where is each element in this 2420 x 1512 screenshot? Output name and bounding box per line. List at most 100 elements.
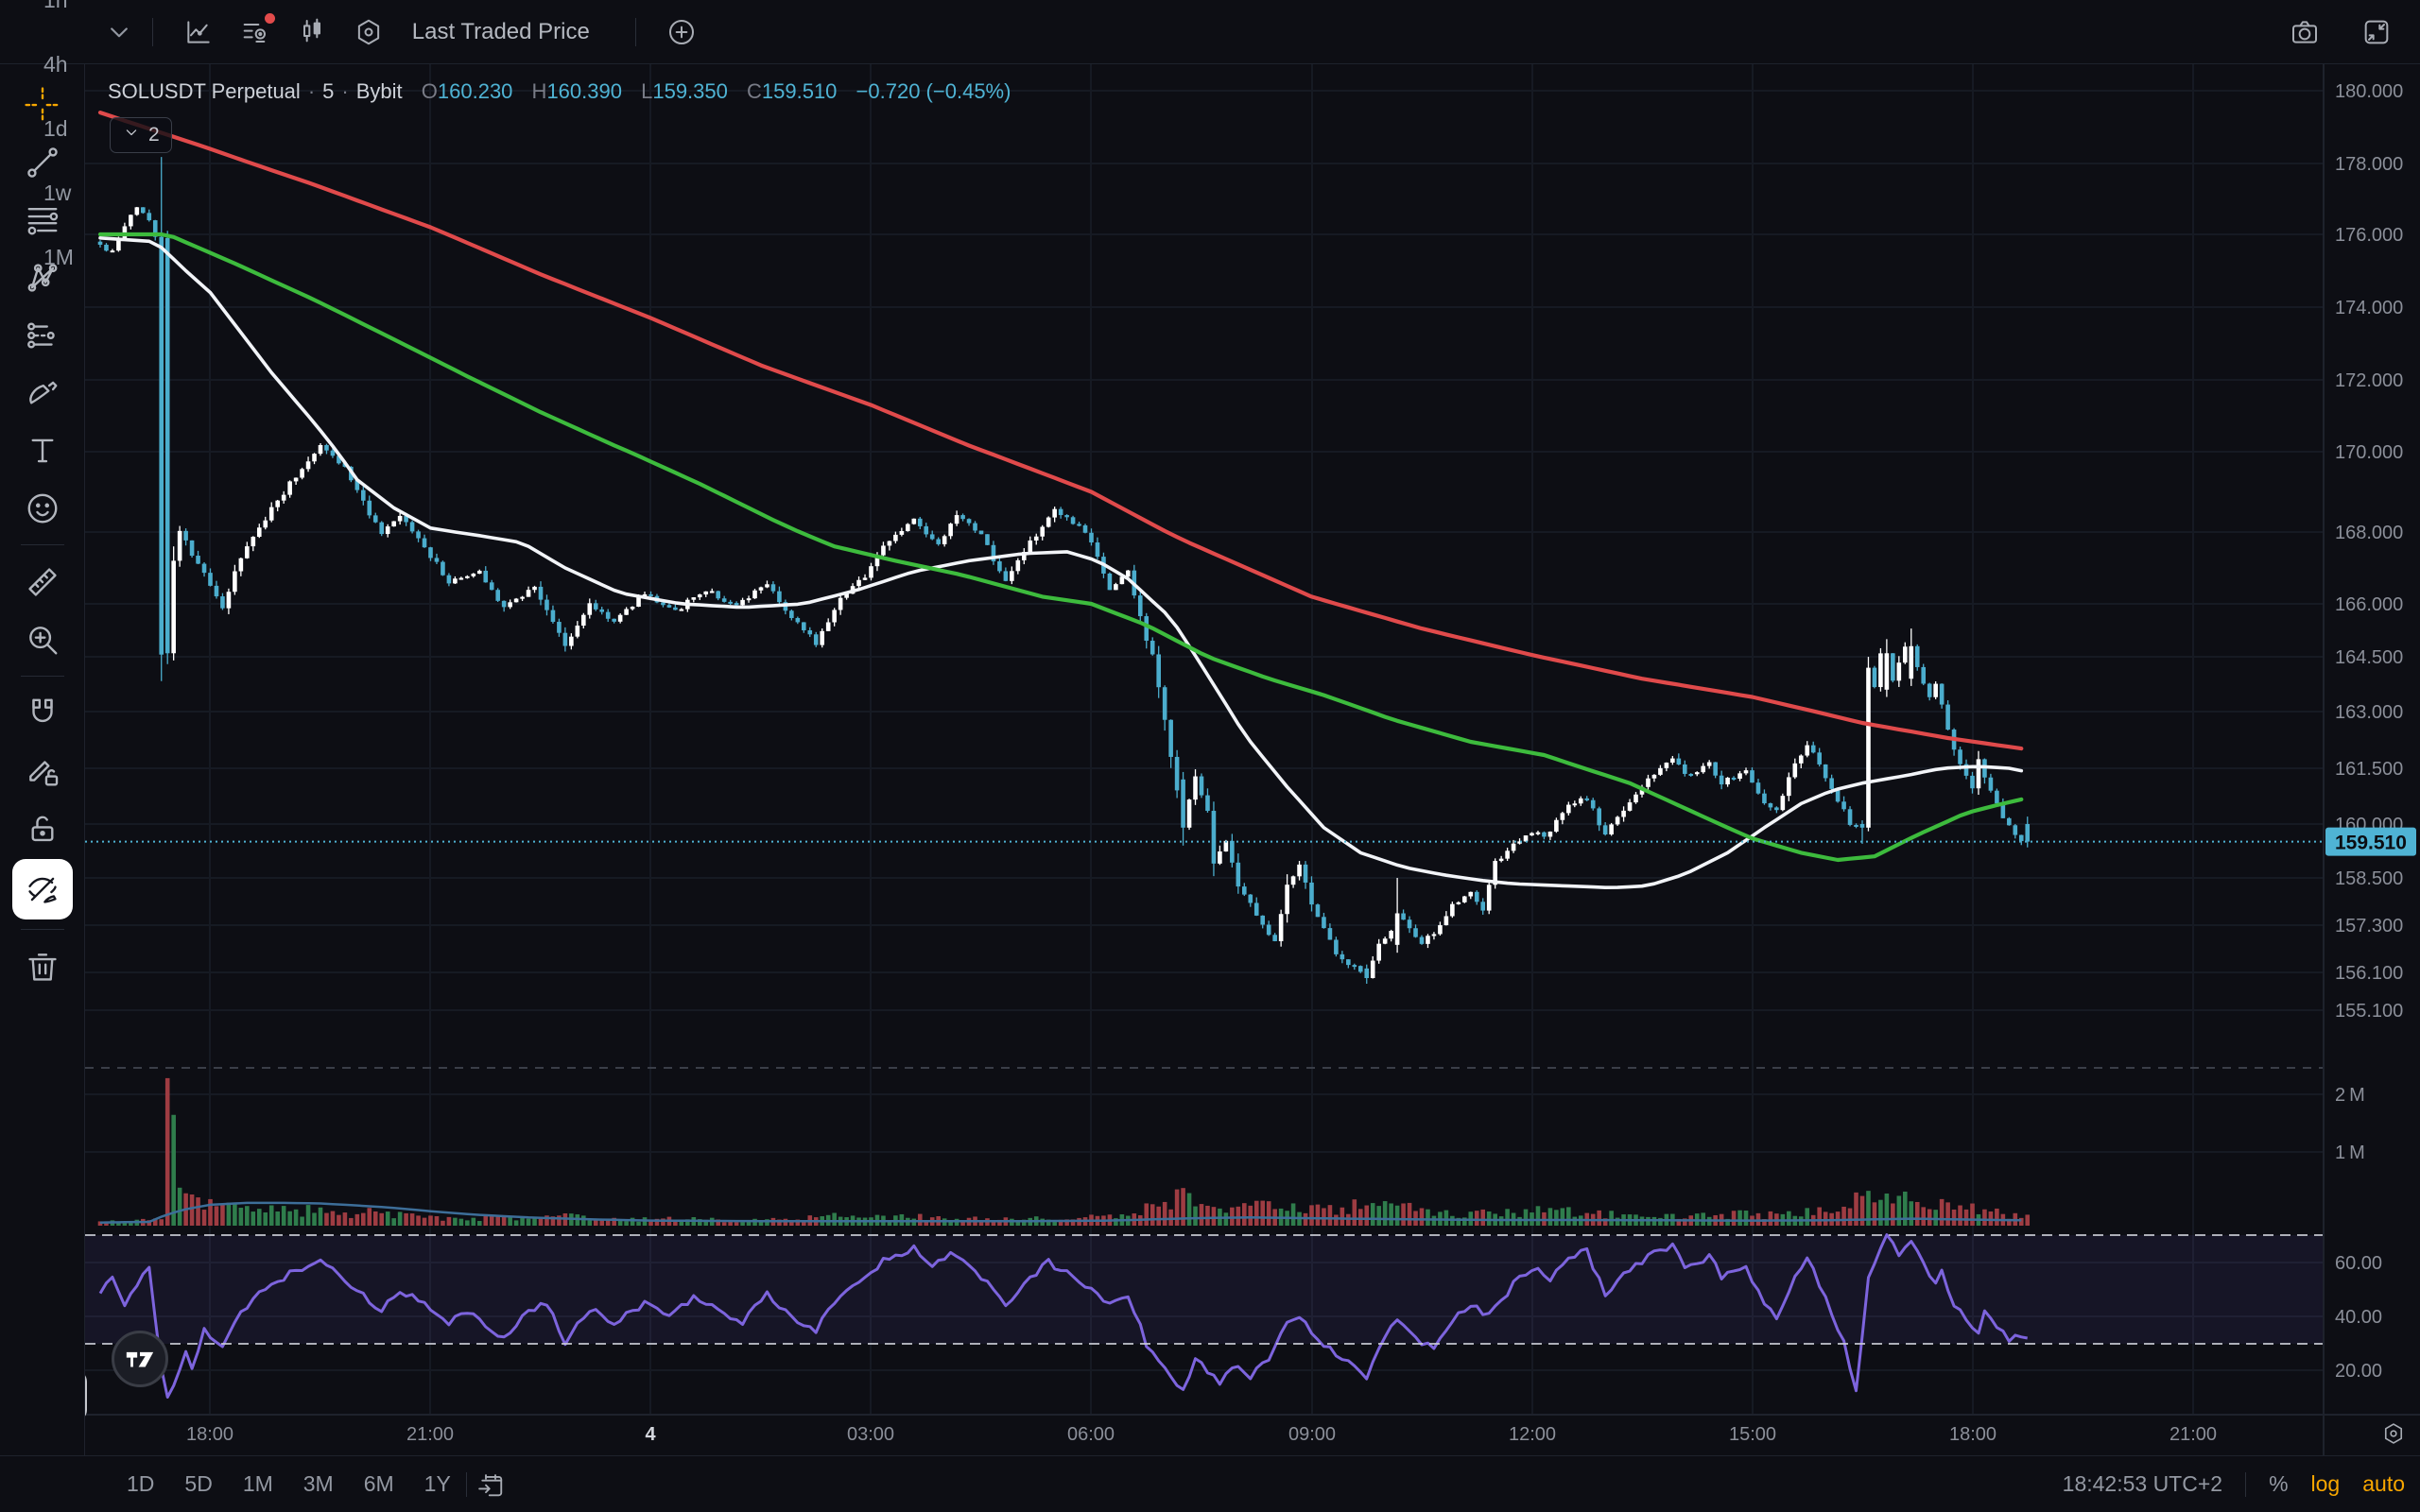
svg-text:18:00: 18:00	[186, 1424, 233, 1445]
chart-canvas[interactable]: 180.000178.000176.000174.000172.000170.0…	[0, 0, 2420, 1512]
svg-text:03:00: 03:00	[847, 1424, 894, 1445]
lock-tool[interactable]	[14, 799, 71, 857]
magnet-tool[interactable]	[14, 684, 71, 742]
toolbar-divider	[635, 18, 636, 46]
brush-tool[interactable]	[14, 364, 71, 421]
open-label: O	[422, 79, 438, 103]
range-5D[interactable]: 5D	[169, 1471, 227, 1497]
symbol-interval: 5	[322, 79, 334, 103]
last-price-badge: 159.510	[2325, 828, 2416, 856]
ruler-tool[interactable]	[14, 553, 71, 610]
trading-app: 180.000178.000176.000174.000172.000170.0…	[0, 0, 2420, 1512]
bottom-toolbar: 1D5D1M3M6M1Y 18:42:53 UTC+2 % log auto	[0, 1455, 2420, 1512]
trash-tool[interactable]	[14, 937, 71, 995]
percent-scale-toggle[interactable]: %	[2269, 1471, 2288, 1497]
svg-text:180.000: 180.000	[2335, 81, 2403, 102]
svg-text:4: 4	[645, 1424, 656, 1445]
notification-dot	[265, 13, 275, 24]
high-value: 160.390	[546, 79, 622, 103]
svg-text:168.000: 168.000	[2335, 523, 2403, 543]
svg-text:172.000: 172.000	[2335, 370, 2403, 391]
svg-text:15:00: 15:00	[1729, 1424, 1776, 1445]
close-label: C	[747, 79, 762, 103]
timeframe-1M[interactable]: 1M	[28, 225, 101, 289]
legend-separator: ·	[301, 79, 322, 103]
grid-layer	[85, 64, 2324, 1415]
open-value: 160.230	[438, 79, 513, 103]
svg-text:158.500: 158.500	[2335, 868, 2403, 889]
svg-text:21:00: 21:00	[406, 1424, 454, 1445]
svg-text:06:00: 06:00	[1067, 1424, 1115, 1445]
toolbar-divider	[466, 1472, 467, 1497]
minimize-button[interactable]	[2354, 9, 2399, 55]
hidden-indicator-count: 2	[148, 124, 160, 146]
timeframe-4h[interactable]: 4h	[28, 32, 101, 96]
low-label: L	[641, 79, 652, 103]
text-tool[interactable]	[14, 421, 71, 479]
svg-text:159.510: 159.510	[2335, 833, 2407, 854]
timeframe-1w[interactable]: 1w	[28, 161, 101, 225]
time-axis-settings-button[interactable]	[2373, 1418, 2414, 1450]
drawing-lock-tool[interactable]	[14, 742, 71, 799]
top-toolbar: 1m5m15m1h4h1d1w1M Last Traded Price	[0, 0, 2420, 64]
svg-text:176.000: 176.000	[2335, 225, 2403, 246]
range-1D[interactable]: 1D	[112, 1471, 169, 1497]
date-range-group: 1D5D1M3M6M1Y	[112, 1471, 466, 1497]
price-source-dropdown[interactable]: Last Traded Price	[397, 18, 618, 46]
svg-text:12:00: 12:00	[1509, 1424, 1556, 1445]
collapsed-indicators-chip[interactable]: 2	[110, 117, 172, 153]
timeframe-1d[interactable]: 1d	[28, 96, 101, 161]
close-value: 159.510	[762, 79, 838, 103]
svg-text:163.000: 163.000	[2335, 702, 2403, 723]
clock-timezone[interactable]: 18:42:53 UTC+2	[2063, 1471, 2222, 1497]
change-value: −0.720 (−0.45%)	[856, 79, 1011, 103]
log-scale-toggle[interactable]: log	[2311, 1471, 2341, 1497]
chart-tools-group	[170, 9, 397, 55]
svg-text:09:00: 09:00	[1288, 1424, 1336, 1445]
toolbar-divider	[2245, 1472, 2246, 1497]
svg-text:161.500: 161.500	[2335, 759, 2403, 780]
tradingview-logo[interactable]	[112, 1331, 168, 1387]
svg-text:155.100: 155.100	[2335, 1001, 2403, 1022]
toolbar-divider	[21, 544, 64, 545]
svg-text:60.00: 60.00	[2335, 1253, 2382, 1274]
svg-text:21:00: 21:00	[2169, 1424, 2217, 1445]
symbol-exchange: Bybit	[356, 79, 403, 103]
timeframe-1h[interactable]: 1h	[28, 0, 101, 32]
svg-text:40.00: 40.00	[2335, 1307, 2382, 1328]
zoom-in-tool[interactable]	[14, 610, 71, 668]
go-to-date-button[interactable]	[476, 1470, 505, 1499]
emoji-tool[interactable]	[14, 479, 71, 537]
time-axis[interactable]: 18:00 21:00 4 03:00 06:00 09:00 12:00 15:00 18:0…	[186, 1424, 2217, 1445]
range-1Y[interactable]: 1Y	[409, 1471, 466, 1497]
candles-button[interactable]	[289, 9, 335, 55]
settings-button[interactable]	[346, 9, 391, 55]
range-6M[interactable]: 6M	[349, 1471, 409, 1497]
projection-tool[interactable]	[14, 306, 71, 364]
ma-red-line	[100, 112, 2021, 748]
svg-text:1 M: 1 M	[2335, 1143, 2365, 1163]
auto-scale-toggle[interactable]: auto	[2362, 1471, 2405, 1497]
bottombar-right-group: 18:42:53 UTC+2 % log auto	[2063, 1471, 2420, 1497]
price-axis[interactable]: 180.000178.000176.000174.000172.000170.0…	[2335, 81, 2403, 1382]
range-3M[interactable]: 3M	[288, 1471, 349, 1497]
symbol-name: SOLUSDT Perpetual	[108, 79, 301, 103]
svg-text:174.000: 174.000	[2335, 298, 2403, 318]
hide-drawings-tool[interactable]	[12, 859, 73, 919]
svg-text:18:00: 18:00	[1949, 1424, 1996, 1445]
rsi-band	[85, 1235, 2324, 1344]
ma-green-line	[100, 234, 2021, 860]
indicators-button[interactable]	[233, 9, 278, 55]
toolbar-divider	[21, 929, 64, 930]
add-symbol-button[interactable]	[659, 9, 704, 55]
topbar-right-group	[2282, 9, 2420, 55]
timeframe-group: 1m5m15m1h4h1d1w1M	[28, 0, 101, 289]
chart-legend[interactable]: SOLUSDT Perpetual·5·Bybit O160.230 H160.…	[108, 79, 1011, 104]
svg-text:178.000: 178.000	[2335, 154, 2403, 175]
chart-style-button[interactable]	[176, 9, 221, 55]
candles-layer	[98, 157, 2030, 984]
timeframe-dropdown-chevron-icon[interactable]	[103, 18, 135, 46]
range-1M[interactable]: 1M	[228, 1471, 288, 1497]
camera-button[interactable]	[2282, 9, 2327, 55]
svg-text:2 M: 2 M	[2335, 1085, 2365, 1106]
